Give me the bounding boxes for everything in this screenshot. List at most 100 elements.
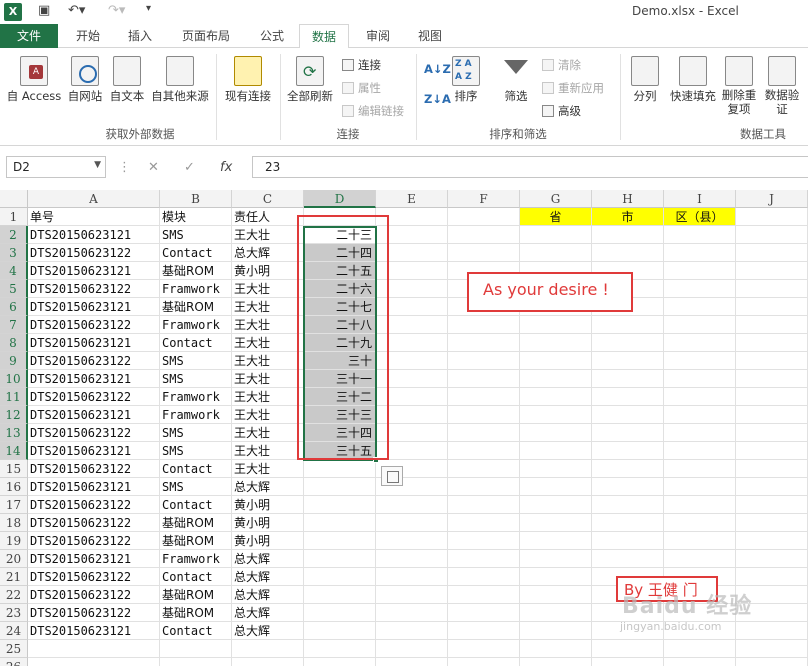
cell-a[interactable]: DTS20150623121 (28, 550, 160, 568)
cell-b[interactable]: Contact (160, 496, 232, 514)
cell-a[interactable]: DTS20150623122 (28, 604, 160, 622)
cell-b[interactable]: 基础ROM (160, 262, 232, 280)
cell-b[interactable] (160, 658, 232, 666)
cell-g[interactable] (520, 640, 592, 658)
column-header-j[interactable]: J (736, 190, 808, 208)
column-header-c[interactable]: C (232, 190, 304, 208)
quick-analysis-icon[interactable] (381, 466, 403, 486)
cell-a[interactable]: DTS20150623121 (28, 622, 160, 640)
cell-d[interactable] (304, 586, 376, 604)
cell-f1[interactable] (448, 208, 520, 226)
cell-h[interactable] (592, 406, 664, 424)
from-text-button[interactable]: 自文本 (106, 56, 148, 104)
cell-a[interactable] (28, 658, 160, 666)
cell-g[interactable] (520, 586, 592, 604)
cell-b[interactable]: Contact (160, 460, 232, 478)
cell-i[interactable] (664, 442, 736, 460)
cell-b[interactable]: 基础ROM (160, 586, 232, 604)
cell-g[interactable] (520, 406, 592, 424)
cell-b[interactable] (160, 640, 232, 658)
cell-a[interactable]: DTS20150623121 (28, 262, 160, 280)
row-header[interactable]: 12 (0, 406, 28, 424)
cell-a[interactable]: DTS20150623122 (28, 514, 160, 532)
cell-g[interactable] (520, 370, 592, 388)
cell-g1[interactable]: 省 (520, 208, 592, 226)
cell-c[interactable]: 王大壮 (232, 424, 304, 442)
cell-i[interactable] (664, 226, 736, 244)
cell-c[interactable]: 王大壮 (232, 334, 304, 352)
cell-c[interactable]: 王大壮 (232, 388, 304, 406)
tab-file[interactable]: 文件 (0, 24, 58, 48)
cell-g[interactable] (520, 316, 592, 334)
cell-f[interactable] (448, 622, 520, 640)
cell-i[interactable] (664, 532, 736, 550)
cell-h[interactable] (592, 496, 664, 514)
row-header[interactable]: 19 (0, 532, 28, 550)
cell-a[interactable]: DTS20150623121 (28, 442, 160, 460)
cell-b[interactable]: Framwork (160, 406, 232, 424)
cell-a1[interactable]: 单号 (28, 208, 160, 226)
cell-f[interactable] (448, 658, 520, 666)
cell-a[interactable]: DTS20150623122 (28, 586, 160, 604)
cell-e[interactable] (376, 658, 448, 666)
cell-c[interactable]: 总大辉 (232, 604, 304, 622)
row-header[interactable]: 4 (0, 262, 28, 280)
cell-j[interactable] (736, 550, 808, 568)
cell-e[interactable] (376, 496, 448, 514)
cell-i1[interactable]: 区（县） (664, 208, 736, 226)
row-header[interactable]: 5 (0, 280, 28, 298)
clear-button[interactable]: 清除 (542, 57, 581, 73)
cell-c[interactable]: 总大辉 (232, 622, 304, 640)
cell-c[interactable]: 王大壮 (232, 442, 304, 460)
cell-h[interactable] (592, 442, 664, 460)
row-header[interactable]: 2 (0, 226, 28, 244)
cell-g[interactable] (520, 388, 592, 406)
cell-f[interactable] (448, 514, 520, 532)
cell-c[interactable]: 总大辉 (232, 550, 304, 568)
cell-i[interactable] (664, 424, 736, 442)
cell-d[interactable] (304, 658, 376, 666)
cell-j[interactable] (736, 442, 808, 460)
cancel-icon[interactable]: ✕ (148, 160, 159, 175)
cell-j[interactable] (736, 334, 808, 352)
cell-i[interactable] (664, 514, 736, 532)
column-header-d[interactable]: D (304, 190, 376, 208)
cell-a[interactable]: DTS20150623122 (28, 424, 160, 442)
from-access-button[interactable]: 自 Access (2, 56, 66, 104)
cell-i[interactable] (664, 262, 736, 280)
row-header[interactable]: 3 (0, 244, 28, 262)
edit-links-button[interactable]: 编辑链接 (342, 103, 404, 119)
cell-d[interactable] (304, 478, 376, 496)
cell-e[interactable] (376, 604, 448, 622)
cell-j[interactable] (736, 514, 808, 532)
cell-g[interactable] (520, 550, 592, 568)
cell-b[interactable]: 基础ROM (160, 298, 232, 316)
row-header[interactable]: 6 (0, 298, 28, 316)
cell-a[interactable]: DTS20150623122 (28, 568, 160, 586)
cell-b[interactable]: Contact (160, 622, 232, 640)
data-validation-button[interactable]: 数据验证 (760, 56, 804, 116)
cell-g[interactable] (520, 442, 592, 460)
cell-j[interactable] (736, 352, 808, 370)
cell-g[interactable] (520, 226, 592, 244)
cell-a[interactable] (28, 640, 160, 658)
cell-c[interactable]: 王大壮 (232, 352, 304, 370)
cell-c[interactable]: 黄小明 (232, 532, 304, 550)
cell-a[interactable]: DTS20150623122 (28, 316, 160, 334)
cell-b[interactable]: SMS (160, 370, 232, 388)
cell-i[interactable] (664, 298, 736, 316)
cell-e[interactable] (376, 640, 448, 658)
cell-f[interactable] (448, 334, 520, 352)
cell-c[interactable]: 总大辉 (232, 586, 304, 604)
cell-b[interactable]: Framwork (160, 388, 232, 406)
row-header[interactable]: 26 (0, 658, 28, 666)
cell-b[interactable]: Contact (160, 568, 232, 586)
cell-g[interactable] (520, 244, 592, 262)
cell-f[interactable] (448, 442, 520, 460)
select-all-corner[interactable] (0, 190, 28, 208)
cell-h[interactable] (592, 370, 664, 388)
cell-d[interactable] (304, 604, 376, 622)
cell-f[interactable] (448, 604, 520, 622)
row-header[interactable]: 18 (0, 514, 28, 532)
cell-h[interactable] (592, 424, 664, 442)
